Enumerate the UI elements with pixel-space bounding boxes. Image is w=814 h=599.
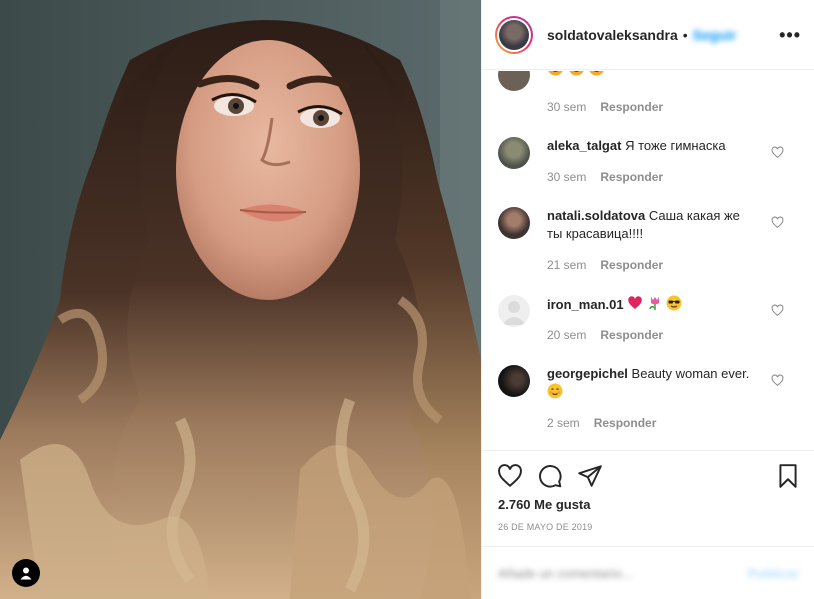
comment-avatar[interactable] [498,295,530,327]
comment-time[interactable]: 30 sem [547,100,586,114]
comment-meta: 30 sem Responder [547,170,663,184]
likes-count[interactable]: 2.760 Me gusta [498,497,591,512]
comment-time[interactable]: 30 sem [547,170,586,184]
author-username[interactable]: soldatovaleksandra [547,27,678,43]
like-comment-heart-icon[interactable] [771,146,784,159]
comments-list[interactable]: 30 sem Responder aleka_talgat Я тоже гимн… [482,71,814,450]
comment-username[interactable]: aleka_talgat [547,138,621,153]
share-paper-plane-icon[interactable] [577,463,603,489]
reply-button[interactable]: Responder [600,170,663,184]
post-photo[interactable] [0,0,481,599]
avatar [499,19,529,50]
comment-username[interactable]: georgepichel [547,366,628,381]
star-struck-emoji [588,71,605,81]
comment-bubble-icon[interactable] [537,463,563,489]
comment-time[interactable]: 2 sem [547,416,580,430]
comment-text: Beauty woman ever. [631,366,750,381]
comment-body: natali.soldatova Саша какая же ты красав… [547,207,757,243]
reply-button[interactable]: Responder [594,416,657,430]
post-actions: 2.760 Me gusta 26 DE MAYO DE 2019 [482,450,814,546]
comment-body: iron_man.01 [547,295,757,316]
comment-body: aleka_talgat Я тоже гимнаска [547,137,757,155]
comment-meta: 2 sem Responder [547,416,656,430]
separator-dot: • [682,26,688,43]
publish-button[interactable]: Publicar [748,566,799,581]
comment-body [547,71,757,81]
star-struck-emoji [547,71,564,81]
post-header: soldatovaleksandra • Seguir ••• [482,0,814,70]
comment-body: georgepichel Beauty woman ever. [547,365,757,404]
save-bookmark-icon[interactable] [775,463,801,489]
reply-button[interactable]: Responder [600,258,663,272]
like-comment-heart-icon[interactable] [771,216,784,229]
comment-username[interactable]: iron_man.01 [547,297,624,312]
add-comment-bar: Añade un comentario... Publicar [482,546,814,599]
tulip-emoji [647,295,663,316]
follow-button[interactable]: Seguir [693,27,737,43]
like-heart-icon[interactable] [497,463,523,489]
default-avatar-icon [502,301,526,325]
red-heart-emoji [627,295,643,316]
more-options-icon[interactable]: ••• [779,25,801,46]
reply-button[interactable]: Responder [600,100,663,114]
sunglasses-face-emoji [666,295,682,316]
comment-meta: 30 sem Responder [547,100,663,114]
like-comment-heart-icon[interactable] [771,304,784,317]
comment-avatar[interactable] [498,137,530,169]
comment-text: Я тоже гимнаска [625,138,726,153]
comment-username[interactable]: natali.soldatova [547,208,645,223]
comment-avatar[interactable] [498,365,530,397]
star-struck-emoji [568,71,585,81]
smiling-face-emoji [547,383,563,404]
comment-time[interactable]: 20 sem [547,328,586,342]
portrait-image [0,0,481,599]
instagram-post-modal: soldatovaleksandra • Seguir ••• 30 sem R… [0,0,814,599]
comment-meta: 21 sem Responder [547,258,663,272]
post-sidebar: soldatovaleksandra • Seguir ••• 30 sem R… [481,0,814,599]
comment-avatar[interactable] [498,207,530,239]
comment-meta: 20 sem Responder [547,328,663,342]
tagged-users-button[interactable] [12,559,40,587]
person-icon [20,567,32,580]
reply-button[interactable]: Responder [600,328,663,342]
comment-time[interactable]: 21 sem [547,258,586,272]
story-avatar[interactable] [495,15,533,54]
like-comment-heart-icon[interactable] [771,374,784,387]
comment-avatar[interactable] [498,71,530,91]
comment-input[interactable]: Añade un comentario... [498,566,632,581]
post-date[interactable]: 26 DE MAYO DE 2019 [498,522,592,532]
